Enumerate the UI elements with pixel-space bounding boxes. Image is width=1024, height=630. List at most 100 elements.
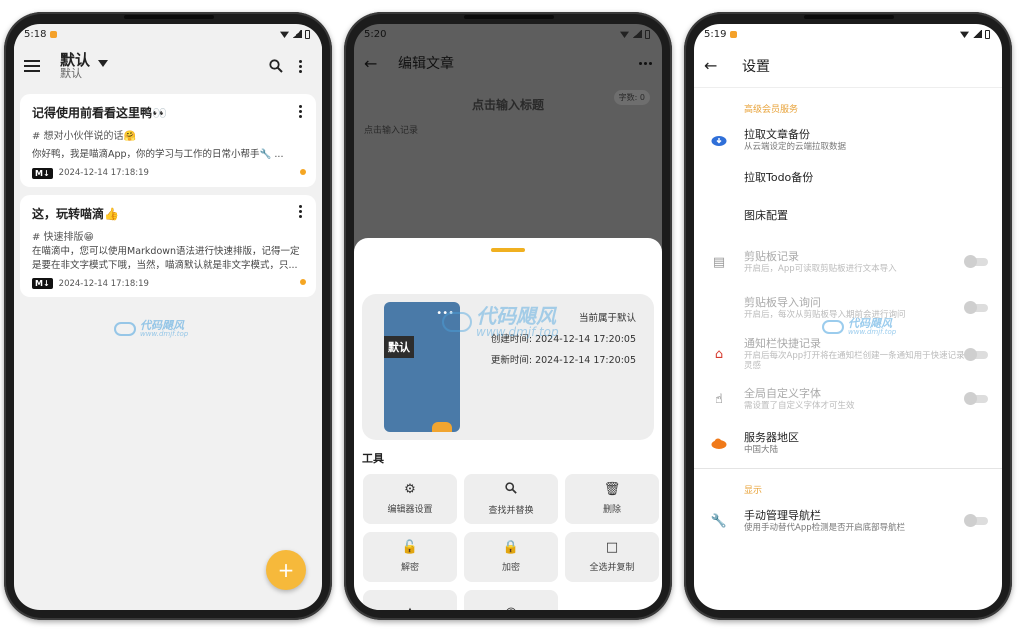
note-tag: # 快速排版😁 [32,231,94,243]
battery-icon [645,29,650,39]
add-note-button[interactable]: + [266,550,306,590]
updated-time: 更新时间: 2024-12-14 17:20:05 [490,355,636,366]
select-all-icon: □ [605,540,619,555]
clipboard-import-ask-toggle[interactable] [964,301,988,314]
watermark-logo-icon [114,322,136,336]
status-time: 5:19 [704,28,727,40]
notes-list-screen: 5:18 默认 默认 记得使用前看看这里鸭👀 # 想对小伙伴说的话🤗 你好鸭，我… [14,24,322,610]
image-host-config-item[interactable]: 图床配置 [694,197,1002,235]
server-region-item[interactable]: 服务器地区 中国大陆 [694,424,1002,462]
pull-todo-backup-item[interactable]: 拉取Todo备份 [694,159,1002,197]
setting-desc: 中国大陆 [744,444,779,455]
notebook-title[interactable]: 默认 默认 [60,52,90,81]
status-bar: 5:20 [354,24,662,44]
select-all-copy-button[interactable]: □ 全选并复制 [565,532,659,582]
back-arrow-icon[interactable]: ← [704,56,726,75]
search-icon[interactable] [264,54,288,78]
status-bar: 5:19 [694,24,1002,44]
setting-desc: 开启后，App可读取剪贴板进行文本导入 [744,263,897,274]
decrypt-button[interactable]: 🔓 解密 [363,532,457,582]
tool-label: 解密 [400,563,419,573]
delete-button[interactable]: 🗑 删除 [565,474,659,524]
manual-navbar-toggle[interactable] [964,514,988,527]
status-time: 5:20 [364,28,387,40]
setting-title: 剪贴板记录 [744,249,799,263]
tool-label: 删除 [602,505,621,515]
dropdown-arrow-icon[interactable] [98,59,109,67]
tools-grid: ⚙ 编辑器设置 查找并替换 🗑 删除 🔓 解密 🔒 加密 □ 全选并复制 ▲ ◉ [363,474,659,610]
tools-bottom-sheet: ••• 默认 当前属于默认 创建时间: 2024-12-14 17:20:05 … [354,238,662,610]
signal-icon [632,30,642,38]
notification-quick-record-item[interactable]: ⌂ 通知栏快捷记录 开启后每次App打开将在通知栏创建一条通知用于快速记录灵感 [694,335,1002,374]
note-menu-icon[interactable] [294,104,306,118]
brush-icon: ▲ [405,606,415,611]
watermark-url: www.dmjf.top [140,330,189,338]
setting-title: 通知栏快捷记录 [744,337,821,350]
page-title: 编辑文章 [398,56,454,72]
global-custom-font-item[interactable]: ☝ 全局自定义字体 需设置了自定义字体才可生效 [694,380,1002,418]
app-bar: 默认 默认 [14,44,322,88]
body-input[interactable]: 点击输入记录 [364,123,662,136]
note-card[interactable]: 这，玩转喵滴👍 # 快速排版😁 在喵滴中，您可以使用Markdown语法进行快速… [20,194,316,298]
signal-icon [972,30,982,38]
setting-title: 图床配置 [744,209,788,223]
note-card[interactable]: 记得使用前看看这里鸭👀 # 想对小伙伴说的话🤗 你好鸭，我是喵滴App，你的学习… [20,94,316,187]
clipboard-record-item[interactable]: ▤ 剪贴板记录 开启后，App可读取剪贴板进行文本导入 [694,243,1002,281]
markdown-badge: M↓ [32,278,53,290]
setting-title: 拉取Todo备份 [744,171,814,185]
watermark-url: www.dmjf.top [848,328,897,336]
note-date: 2024-12-14 17:18:19 [58,278,149,289]
word-count: 字数: 0 [613,90,650,105]
status-bar: 5:18 [14,24,322,44]
wifi-icon [280,31,289,38]
encrypt-button[interactable]: 🔒 加密 [464,532,558,582]
note-preview: 你好鸭，我是喵滴App，你的学习与工作的日常小帮手🔧 ... [32,149,284,160]
cloud-icon [694,438,744,449]
cloud-download-icon [694,134,744,146]
watermark: 代码飓风 www.dmjf.top [442,306,559,338]
touch-icon: ☝ [715,391,723,407]
trash-icon: 🗑 [603,482,621,497]
manual-navbar-item[interactable]: 🔧 手动管理导航栏 使用手动替代App检测是否开启底部导航栏 [694,502,1002,540]
clipboard-record-toggle[interactable] [964,255,988,268]
note-menu-icon[interactable] [294,205,306,219]
status-dot [300,168,306,175]
app-bar: ← 编辑文章 [354,44,662,82]
gear-icon: ⚙ [404,482,416,497]
more-options-icon[interactable] [639,61,652,65]
phone-editor: 5:20 ← 编辑文章 字数: 0 点击输入标题 点击输入记录 ••• 默认 当… [344,12,672,620]
cat-mascot-icon [432,422,452,432]
notification-quick-record-toggle[interactable] [964,347,988,361]
home-icon: ⌂ [714,347,724,362]
pull-article-backup-item[interactable]: 拉取文章备份 从云端设定的云端拉取数据 [694,121,1002,159]
setting-title: 手动管理导航栏 [744,508,821,522]
setting-title: 剪贴板导入询问 [744,295,821,309]
phone-notes-list: 5:18 默认 默认 记得使用前看看这里鸭👀 # 想对小伙伴说的话🤗 你好鸭，我… [4,12,332,620]
status-time: 5:18 [24,28,47,40]
clean-button[interactable]: ▲ [363,590,457,610]
setting-desc: 使用手动替代App检测是否开启底部导航栏 [744,522,906,533]
editor-screen: 5:20 ← 编辑文章 字数: 0 点击输入标题 点击输入记录 ••• 默认 当… [354,24,662,610]
back-arrow-icon[interactable]: ← [364,54,386,73]
setting-title: 拉取文章备份 [744,127,810,141]
global-custom-font-toggle[interactable] [964,392,988,405]
find-replace-button[interactable]: 查找并替换 [464,474,558,524]
phone-settings: 5:19 ← 设置 高级会员服务 拉取文章备份 从云端设定的云端拉取数据 拉取To… [684,12,1012,620]
setting-title: 服务器地区 [744,430,799,444]
section-header-display: 显示 [744,486,763,496]
wrench-icon: 🔧 [710,513,728,529]
note-date: 2024-12-14 17:18:19 [58,168,149,179]
sheet-drag-handle[interactable] [491,248,525,252]
watermark-url: www.dmjf.top [476,325,559,339]
editor-settings-button[interactable]: ⚙ 编辑器设置 [363,474,457,524]
wifi-icon [960,31,969,38]
tool-label: 查找并替换 [488,506,534,516]
section-header-premium: 高级会员服务 [744,105,799,115]
more-options-icon[interactable] [288,54,312,78]
menu-icon[interactable] [24,60,40,72]
watermark-logo-icon [442,312,472,332]
preview-button[interactable]: ◉ [464,590,558,610]
cover-label: 默认 [384,336,414,358]
notebook-title-sub: 默认 [60,67,82,81]
tool-label: 全选并复制 [589,563,635,573]
